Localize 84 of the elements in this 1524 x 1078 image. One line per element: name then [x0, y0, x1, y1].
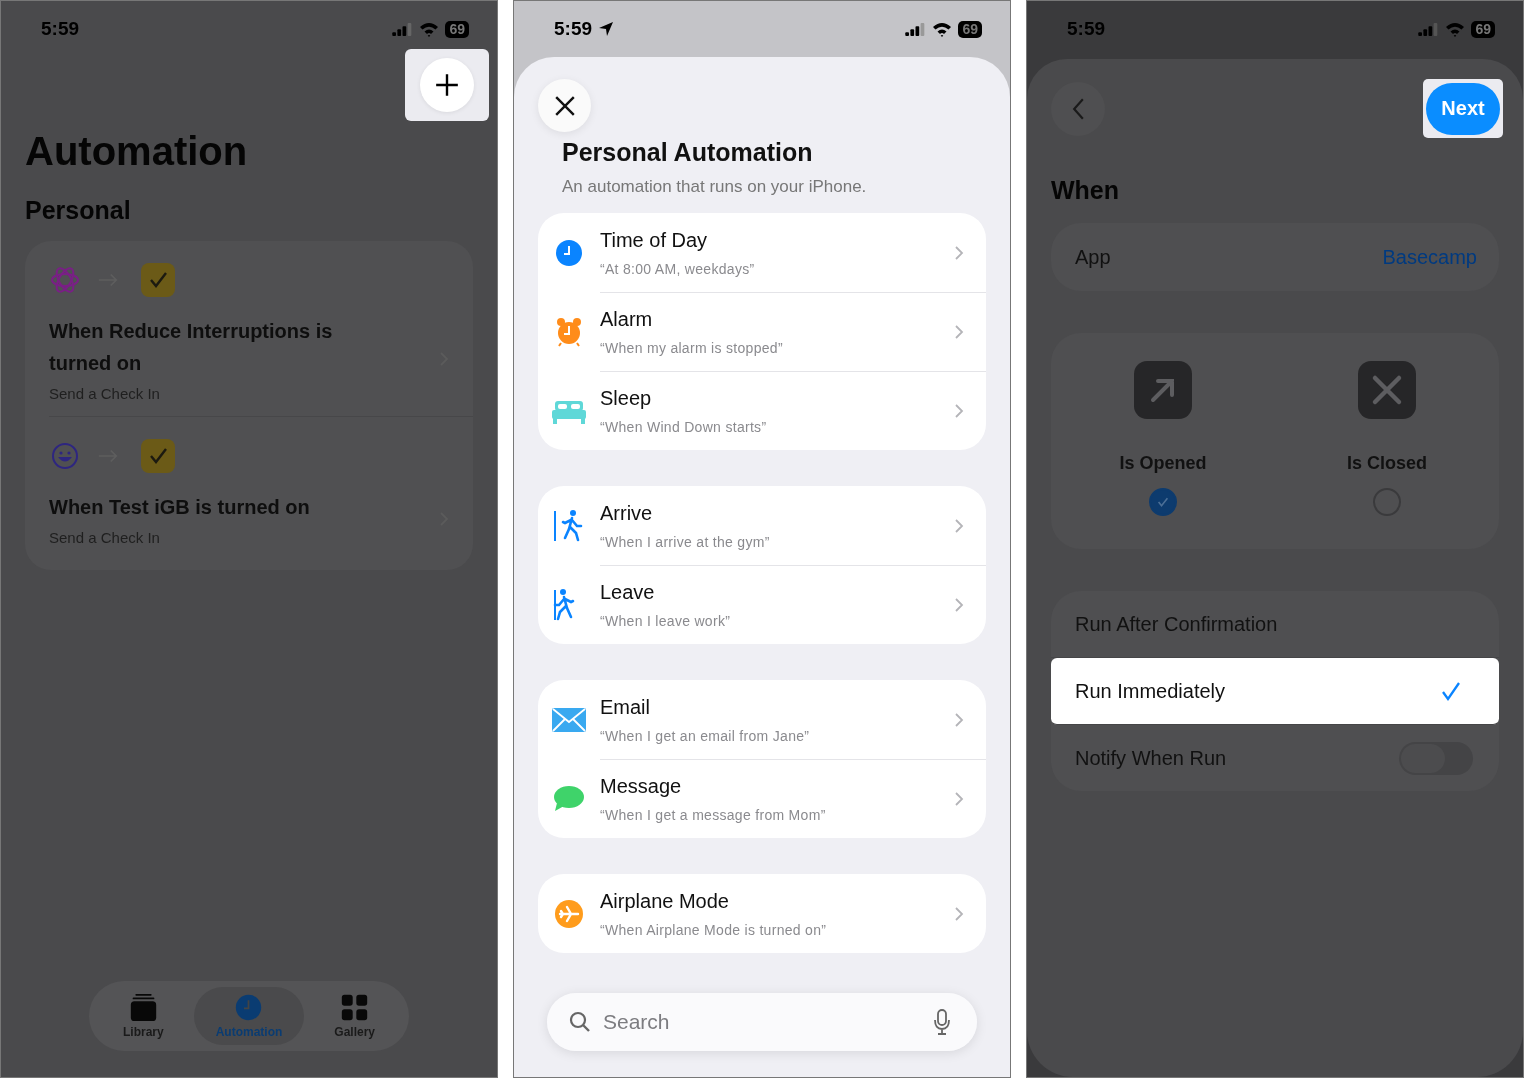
- trigger-row[interactable]: Sleep “When Wind Down starts”: [538, 371, 986, 450]
- chevron-left-icon: [1071, 96, 1085, 121]
- trigger-title: Email: [600, 695, 651, 719]
- x-square-icon: [1358, 361, 1416, 419]
- add-button[interactable]: [420, 58, 474, 112]
- trigger-title: Sleep: [600, 387, 653, 410]
- automation-title: When Reduce Interruptions is turned on: [49, 319, 334, 376]
- section-heading: Personal: [25, 196, 132, 225]
- radio-button[interactable]: [1149, 488, 1177, 516]
- wifi-icon: [419, 21, 440, 37]
- flower-icon: [49, 264, 81, 296]
- option-row[interactable]: Run Immediately: [1051, 658, 1499, 725]
- person-arriving-icon: [553, 507, 585, 544]
- plus-icon: [434, 72, 460, 98]
- trigger-row[interactable]: Alarm “When my alarm is stopped”: [538, 292, 986, 371]
- chevron-icon: [954, 791, 964, 807]
- trigger-row[interactable]: Email “When I get an email from Jane”: [538, 680, 986, 759]
- wifi-icon: [932, 21, 953, 37]
- checklist-icon: [141, 439, 175, 473]
- sheet-title: Personal Automation: [562, 138, 814, 167]
- smiley-icon: [49, 440, 81, 472]
- chevron-icon: [954, 403, 964, 419]
- trigger-example: “When I get an email from Jane”: [600, 727, 811, 744]
- trigger-title: Message: [600, 775, 683, 798]
- trigger-title: Time of Day: [600, 228, 709, 252]
- trigger-example: “When I leave work”: [600, 613, 732, 629]
- trigger-row[interactable]: Arrive “When I arrive at the gym”: [538, 486, 986, 565]
- status-time: 5:59: [554, 18, 593, 40]
- arrow-square-icon: [1134, 361, 1192, 419]
- chevron-icon: [954, 905, 964, 922]
- trigger-example: “When Airplane Mode is turned on”: [600, 921, 828, 938]
- alarm-clock-icon: [554, 316, 584, 347]
- clock-icon: [555, 238, 583, 267]
- clock-icon: [234, 993, 264, 1022]
- chevron-icon: [954, 517, 964, 534]
- chevron-icon: [954, 324, 964, 340]
- stack-icon: [128, 993, 158, 1022]
- trigger-row[interactable]: Message “When I get a message from Mom”: [538, 759, 986, 838]
- signal-icon: [392, 22, 414, 36]
- trigger-title: Airplane Mode: [600, 889, 730, 913]
- search-field[interactable]: Search: [547, 993, 977, 1051]
- trigger-example: “When my alarm is stopped”: [600, 340, 784, 356]
- trigger-row[interactable]: Airplane Mode “When Airplane Mode is turned on”: [538, 874, 986, 953]
- state-label: Is Opened: [1119, 453, 1207, 474]
- trigger-example: “When I get a message from Mom”: [600, 807, 827, 823]
- trigger-title: Leave: [600, 581, 656, 604]
- speech-bubble-icon: [553, 784, 585, 813]
- status-time: 5:59: [1067, 18, 1106, 40]
- envelope-icon: [552, 707, 586, 732]
- chevron-icon: [954, 244, 964, 261]
- chevron-icon: [954, 711, 964, 728]
- trigger-title: Alarm: [600, 308, 654, 331]
- section-heading: When: [1051, 176, 1121, 205]
- option-label: Run Immediately: [1075, 679, 1226, 703]
- battery-level: 69: [1471, 20, 1495, 38]
- option-label: Run After Confirmation: [1075, 612, 1278, 636]
- automation-title: When Test iGB is turned on: [49, 495, 311, 520]
- chevron-icon: [954, 597, 964, 613]
- airplane-icon: [554, 898, 584, 929]
- signal-icon: [1418, 22, 1440, 36]
- state-label: Is Closed: [1347, 453, 1427, 474]
- row-label: App: [1075, 245, 1111, 269]
- trigger-example: “At 8:00 AM, weekdays”: [600, 260, 756, 277]
- battery-level: 69: [958, 20, 982, 38]
- checkmark-icon: [1441, 681, 1461, 701]
- status-time: 5:59: [41, 18, 80, 40]
- page-title: Automation: [25, 129, 249, 174]
- checklist-icon: [141, 263, 175, 297]
- app-value: Basecamp: [1382, 245, 1477, 269]
- close-button[interactable]: [538, 79, 591, 132]
- close-icon: [553, 94, 576, 117]
- option-label: Notify When Run: [1075, 746, 1227, 770]
- grid-icon: [340, 993, 370, 1022]
- signal-icon: [905, 22, 927, 36]
- trigger-row[interactable]: Time of Day “At 8:00 AM, weekdays”: [538, 213, 986, 292]
- trigger-title: Arrive: [600, 501, 654, 525]
- battery-level: 69: [445, 20, 469, 38]
- trigger-example: “When I arrive at the gym”: [600, 533, 771, 550]
- wifi-icon: [1445, 21, 1466, 37]
- search-icon: [569, 1011, 591, 1033]
- trigger-row[interactable]: Leave “When I leave work”: [538, 565, 986, 644]
- sheet-subtitle: An automation that runs on your iPhone.: [562, 177, 868, 197]
- trigger-example: “When Wind Down starts”: [600, 419, 768, 435]
- microphone-icon[interactable]: [933, 1009, 951, 1035]
